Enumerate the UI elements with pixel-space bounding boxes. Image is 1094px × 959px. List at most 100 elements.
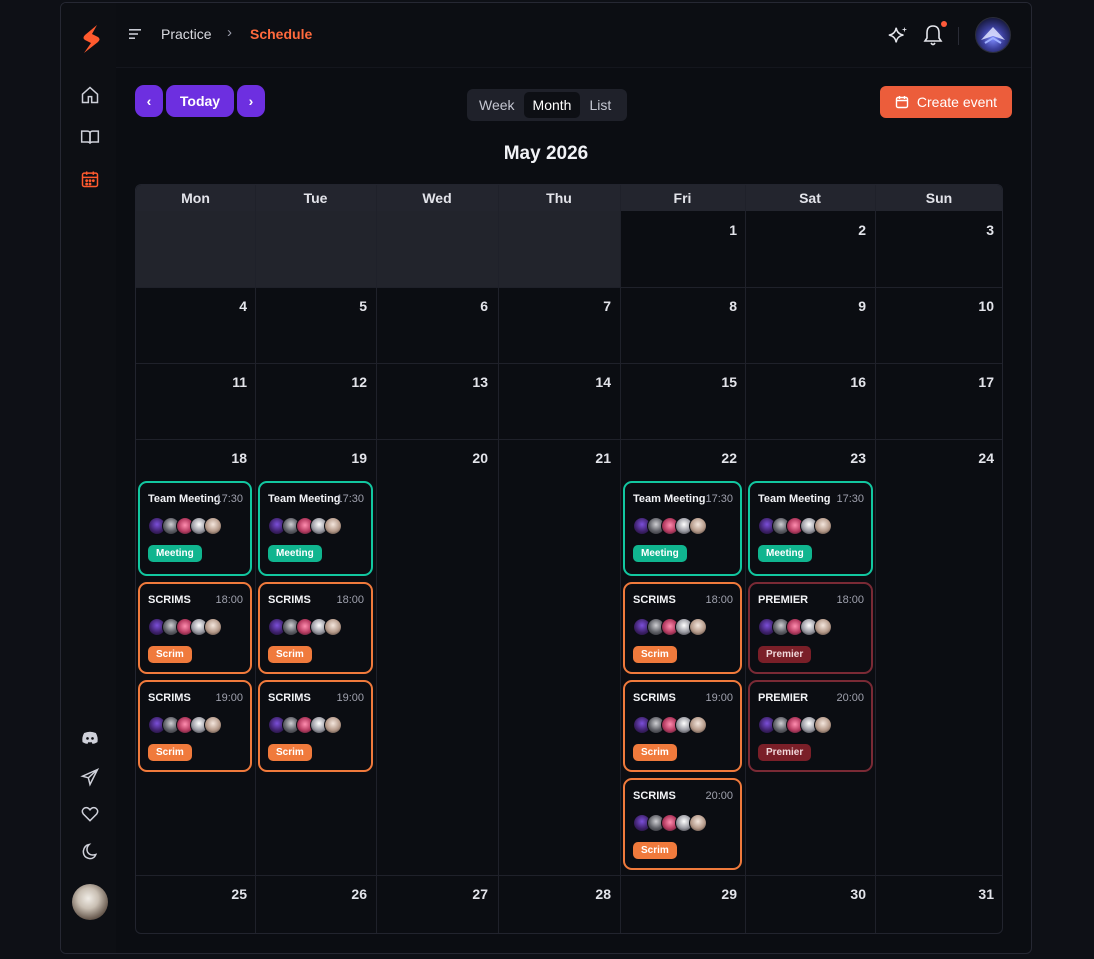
day-cell-number[interactable]: 18 (217, 450, 247, 466)
view-week-tab[interactable]: Week (470, 92, 524, 118)
day-cell-number[interactable]: 14 (581, 374, 611, 390)
top-bar: Practice › Schedule (116, 3, 1031, 68)
event-card[interactable]: SCRIMS 18:00 Scrim (138, 582, 252, 674)
grid-line (136, 287, 1002, 288)
event-card[interactable]: SCRIMS 19:00 Scrim (138, 680, 252, 772)
day-cell-number[interactable]: 21 (581, 450, 611, 466)
view-month-tab[interactable]: Month (523, 92, 581, 118)
day-cell-number[interactable]: 15 (707, 374, 737, 390)
event-card[interactable]: SCRIMS 20:00 Scrim (623, 778, 742, 870)
participant-avatars (268, 716, 342, 734)
day-cell-number[interactable]: 26 (337, 886, 367, 902)
create-event-button[interactable]: Create event (880, 86, 1012, 118)
day-cell-number[interactable]: 29 (707, 886, 737, 902)
participant-avatars (268, 517, 342, 535)
sparkle-icon[interactable] (887, 25, 909, 47)
participant-avatars (633, 517, 707, 535)
event-type-badge: Scrim (633, 744, 677, 761)
event-title: PREMIER (758, 594, 809, 606)
breadcrumb-practice[interactable]: Practice (161, 26, 212, 42)
calendar-icon[interactable] (79, 168, 101, 190)
day-cell-number[interactable]: 12 (337, 374, 367, 390)
grid-line (136, 363, 1002, 364)
user-avatar[interactable] (72, 884, 108, 920)
participant-avatars (148, 517, 222, 535)
participant-avatars (758, 618, 832, 636)
grid-line (620, 185, 621, 933)
event-title: SCRIMS (268, 692, 311, 704)
event-title: SCRIMS (633, 790, 676, 802)
event-card[interactable]: Team Meeting 17:30 Meeting (748, 481, 873, 576)
day-cell-number[interactable]: 30 (836, 886, 866, 902)
app-window: Practice › Schedule ‹ Today › Week Month… (60, 2, 1032, 954)
event-type-badge: Meeting (268, 545, 322, 562)
today-button[interactable]: Today (166, 85, 234, 117)
calendar-plus-icon (895, 96, 909, 109)
event-type-badge: Premier (758, 646, 812, 663)
participant-avatar (814, 517, 832, 535)
logo-icon[interactable] (79, 23, 103, 55)
event-card[interactable]: Team Meeting 17:30 Meeting (138, 481, 252, 576)
home-icon[interactable] (79, 84, 101, 106)
event-card[interactable]: SCRIMS 18:00 Scrim (623, 582, 742, 674)
discord-icon[interactable] (79, 727, 101, 749)
event-title: Team Meeting (148, 493, 221, 505)
event-card[interactable]: PREMIER 20:00 Premier (748, 680, 873, 772)
notification-dot (941, 21, 947, 27)
moon-icon[interactable] (79, 841, 101, 863)
weekday-sun: Sun (925, 190, 953, 206)
prev-month-button[interactable]: ‹ (135, 85, 163, 117)
day-cell-number[interactable]: 6 (458, 298, 488, 314)
day-cell-number[interactable]: 25 (217, 886, 247, 902)
menu-icon[interactable] (128, 27, 144, 41)
month-title: May 2026 (503, 143, 589, 164)
participant-avatar (689, 618, 707, 636)
grid-line (875, 185, 876, 933)
day-cell-number[interactable]: 22 (707, 450, 737, 466)
day-cell-number[interactable]: 11 (217, 374, 247, 390)
day-cell-number[interactable]: 23 (836, 450, 866, 466)
day-cell-number[interactable]: 1 (707, 222, 737, 238)
event-card[interactable]: SCRIMS 19:00 Scrim (258, 680, 373, 772)
event-time: 17:30 (336, 493, 364, 505)
event-title: SCRIMS (148, 594, 191, 606)
event-type-badge: Scrim (148, 646, 192, 663)
day-cell-number[interactable]: 9 (836, 298, 866, 314)
day-cell-number[interactable]: 10 (964, 298, 994, 314)
day-cell-number[interactable]: 27 (458, 886, 488, 902)
day-cell-number[interactable]: 3 (964, 222, 994, 238)
participant-avatar (689, 716, 707, 734)
heart-icon[interactable] (79, 803, 101, 825)
day-cell-number[interactable]: 20 (458, 450, 488, 466)
event-card[interactable]: SCRIMS 19:00 Scrim (623, 680, 742, 772)
event-card[interactable]: Team Meeting 17:30 Meeting (623, 481, 742, 576)
event-card[interactable]: SCRIMS 18:00 Scrim (258, 582, 373, 674)
send-icon[interactable] (79, 766, 101, 788)
event-title: Team Meeting (633, 493, 706, 505)
day-cell-number[interactable]: 4 (217, 298, 247, 314)
day-cell-number[interactable]: 13 (458, 374, 488, 390)
next-month-button[interactable]: › (237, 85, 265, 117)
day-cell-number[interactable]: 24 (964, 450, 994, 466)
day-cell-number[interactable]: 5 (337, 298, 367, 314)
day-cell-number[interactable]: 16 (836, 374, 866, 390)
view-list-tab[interactable]: List (580, 92, 620, 118)
event-card[interactable]: PREMIER 18:00 Premier (748, 582, 873, 674)
event-time: 20:00 (705, 790, 733, 802)
day-cell-number[interactable]: 19 (337, 450, 367, 466)
day-cell-number[interactable]: 28 (581, 886, 611, 902)
participant-avatar (689, 814, 707, 832)
event-time: 18:00 (215, 594, 243, 606)
event-title: SCRIMS (268, 594, 311, 606)
event-time: 19:00 (705, 692, 733, 704)
day-cell-number[interactable]: 2 (836, 222, 866, 238)
team-avatar[interactable] (975, 17, 1011, 53)
day-cell-number[interactable]: 17 (964, 374, 994, 390)
bell-icon[interactable] (922, 23, 944, 47)
event-title: Team Meeting (268, 493, 341, 505)
event-time: 20:00 (836, 692, 864, 704)
day-cell-number[interactable]: 7 (581, 298, 611, 314)
day-cell-number[interactable]: 8 (707, 298, 737, 314)
event-card[interactable]: Team Meeting 17:30 Meeting (258, 481, 373, 576)
day-cell-number[interactable]: 31 (964, 886, 994, 902)
